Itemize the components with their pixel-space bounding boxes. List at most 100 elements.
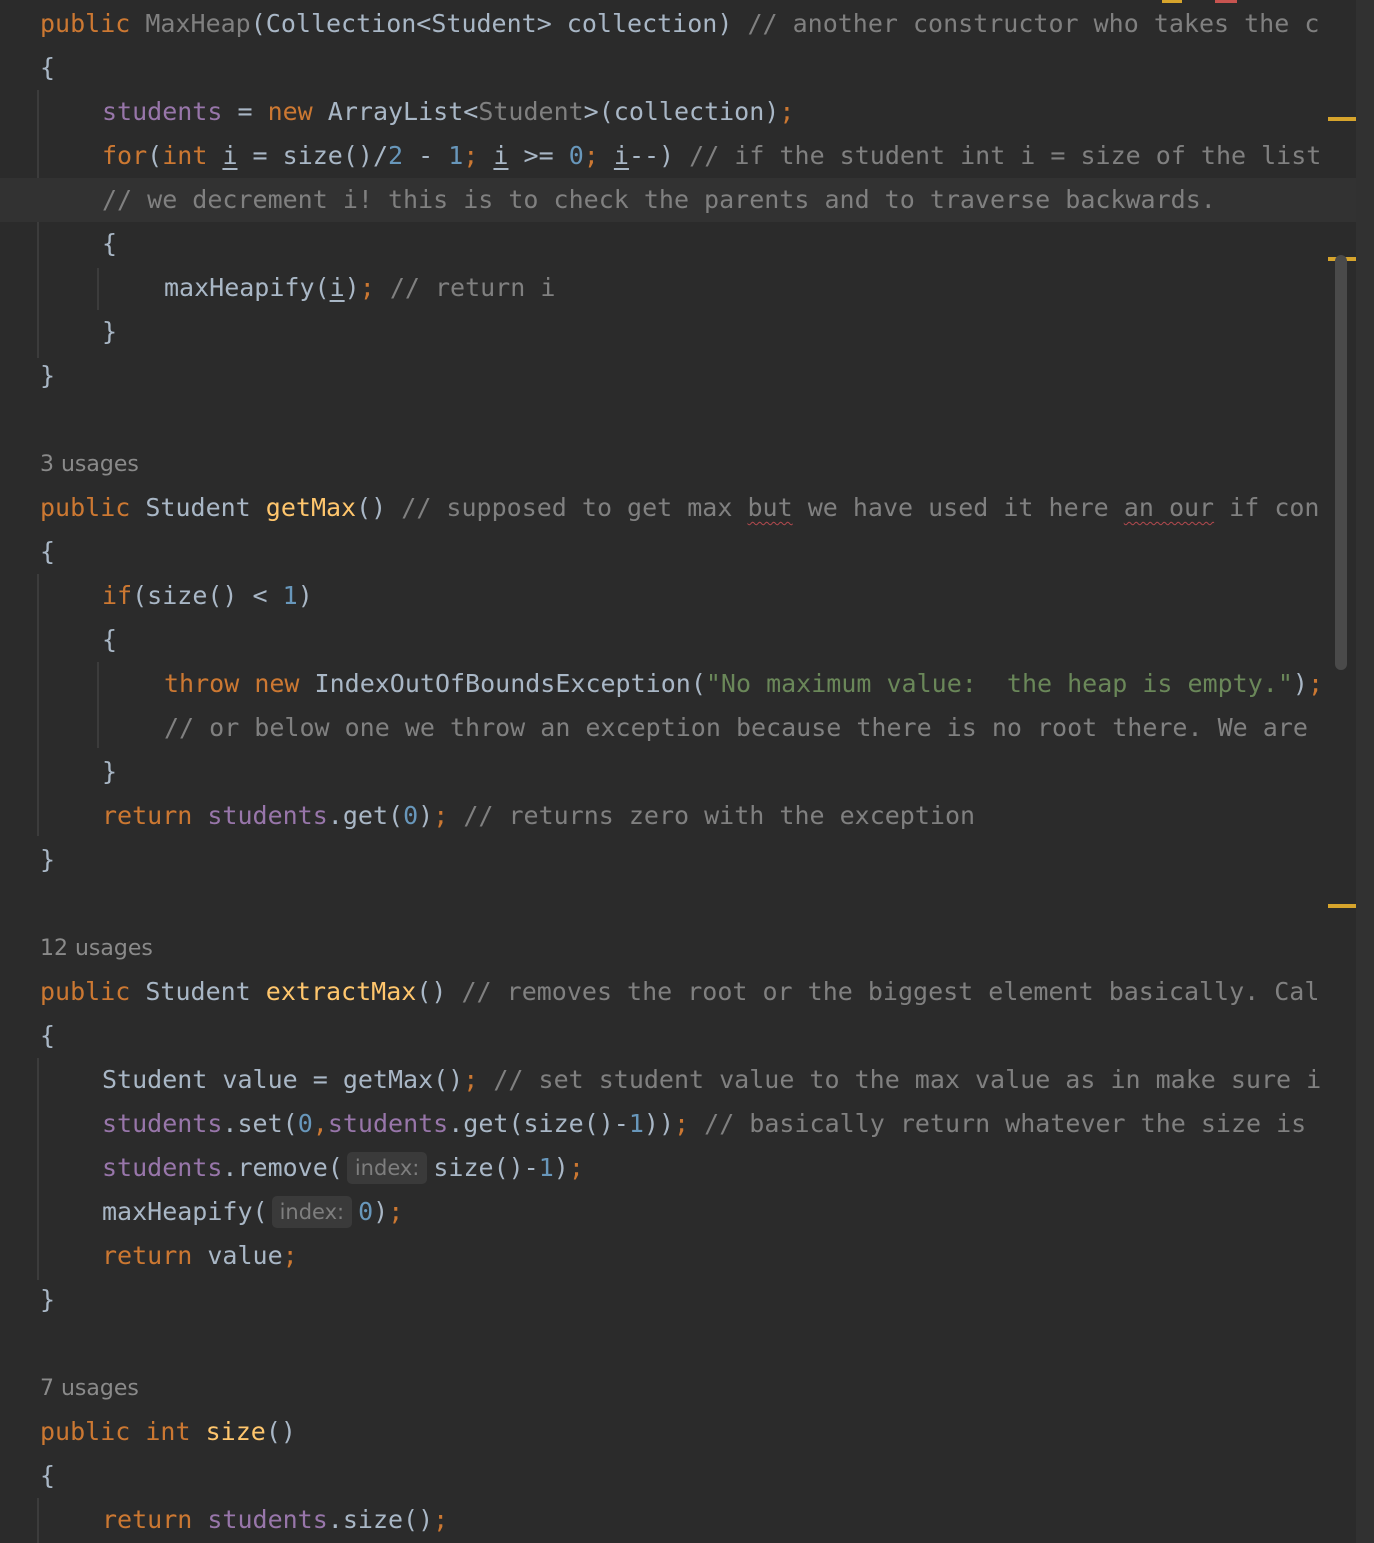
- code-text: .size(): [327, 1505, 434, 1534]
- code-line[interactable]: {: [40, 530, 55, 574]
- code-text: (): [416, 977, 447, 1006]
- usages-hint[interactable]: 3 usages: [40, 450, 139, 480]
- semicolon: ;: [433, 801, 449, 830]
- semicolon: ;: [779, 97, 795, 126]
- code-line[interactable]: }: [40, 354, 55, 398]
- code-line[interactable]: Student value = getMax(); // set student…: [102, 1058, 1321, 1102]
- number: 1: [628, 1109, 644, 1138]
- comment: // returns zero with the exception: [463, 801, 976, 830]
- field-ref: students: [102, 97, 223, 126]
- code-line[interactable]: return value;: [102, 1234, 298, 1278]
- brace: {: [40, 53, 56, 82]
- usages-hint[interactable]: 7 usages: [40, 1374, 139, 1404]
- code-text: size()-: [433, 1153, 539, 1182]
- field-ref: students: [102, 1109, 223, 1138]
- code-line[interactable]: // or below one we throw an exception be…: [164, 706, 1308, 750]
- keyword: new: [267, 97, 313, 126]
- comment: // supposed to get max: [401, 493, 733, 522]
- code-text: .set(: [222, 1109, 298, 1138]
- warning-marker[interactable]: [1162, 0, 1182, 3]
- code-editor[interactable]: public MaxHeap(Collection<Student> colle…: [0, 0, 1356, 1543]
- field-ref: students: [102, 1153, 223, 1182]
- code-line[interactable]: {: [102, 618, 117, 662]
- code-line[interactable]: maxHeapify(index: 0);: [102, 1190, 403, 1234]
- code-text: (size() <: [132, 581, 283, 610]
- brace: {: [102, 625, 118, 654]
- code-text: .get(: [327, 801, 404, 830]
- keyword: new: [254, 669, 300, 698]
- comment: if con: [1229, 493, 1320, 522]
- warning-stripe[interactable]: [1328, 117, 1356, 121]
- code-text: IndexOutOfBoundsException(: [299, 669, 706, 698]
- brace: {: [40, 537, 56, 566]
- code-line[interactable]: students = new ArrayList<Student>(collec…: [102, 90, 794, 134]
- semicolon: ;: [282, 1241, 298, 1270]
- code-line[interactable]: }: [40, 1278, 55, 1322]
- loop-variable: i: [493, 141, 509, 170]
- loop-variable: i: [613, 141, 629, 170]
- type-name: Student: [145, 977, 251, 1006]
- code-text: Student value = getMax(): [102, 1065, 464, 1094]
- code-line[interactable]: public Student getMax() // supposed to g…: [40, 486, 1319, 530]
- code-line[interactable]: return students.size();: [102, 1498, 448, 1542]
- number: 1: [448, 141, 464, 170]
- keyword: public: [40, 9, 131, 38]
- vertical-scrollbar[interactable]: [1356, 0, 1374, 1543]
- code-text: >(collection): [583, 97, 780, 126]
- code-line[interactable]: maxHeapify(i); // return i: [164, 266, 555, 310]
- loop-variable: i: [329, 273, 345, 302]
- horizontal-scroll-thumb[interactable]: [1335, 255, 1347, 670]
- current-line[interactable]: // we decrement i! this is to check the …: [0, 178, 1356, 222]
- code-line[interactable]: public MaxHeap(Collection<Student> colle…: [40, 2, 1319, 46]
- code-line[interactable]: public int size(): [40, 1410, 296, 1454]
- semicolon: ;: [463, 1065, 479, 1094]
- code-text: (Collection<Student> collection): [250, 9, 733, 38]
- code-text: -: [403, 141, 449, 170]
- constructor-name: MaxHeap: [145, 9, 251, 38]
- code-text: .get(size()-: [448, 1109, 629, 1138]
- code-text: ): [297, 581, 313, 610]
- generic-type: Student: [478, 97, 584, 126]
- code-line[interactable]: }: [102, 750, 117, 794]
- keyword: throw: [164, 669, 240, 698]
- code-text: = size()/: [237, 141, 389, 170]
- code-text: )): [643, 1109, 675, 1138]
- keyword: public: [40, 1417, 131, 1446]
- semicolon: ;: [674, 1109, 690, 1138]
- number: 0: [568, 141, 584, 170]
- code-line[interactable]: {: [40, 46, 55, 90]
- brace: {: [40, 1021, 56, 1050]
- keyword: public: [40, 977, 131, 1006]
- code-text: (): [265, 1417, 296, 1446]
- error-marker[interactable]: [1215, 0, 1237, 3]
- number: 1: [538, 1153, 554, 1182]
- code-line[interactable]: public Student extractMax() // removes t…: [40, 970, 1319, 1014]
- semicolon: ;: [568, 1153, 584, 1182]
- brace: {: [102, 229, 118, 258]
- warning-stripe[interactable]: [1328, 904, 1356, 908]
- indent-guide: [97, 662, 99, 748]
- code-line[interactable]: students.remove(index: size()-1);: [102, 1146, 584, 1190]
- code-line[interactable]: students.set(0,students.get(size()-1)); …: [102, 1102, 1306, 1146]
- code-line[interactable]: }: [40, 838, 55, 882]
- code-line[interactable]: }: [102, 310, 117, 354]
- code-line[interactable]: for(int i = size()/2 - 1; i >= 0; i--) /…: [102, 134, 1321, 178]
- keyword: return: [102, 1241, 193, 1270]
- usages-hint[interactable]: 12 usages: [40, 934, 153, 964]
- code-text: ): [553, 1153, 569, 1182]
- code-line[interactable]: {: [40, 1014, 55, 1058]
- comment: // we decrement i! this is to check the …: [102, 185, 1216, 214]
- semicolon: ;: [359, 273, 375, 302]
- keyword: for: [102, 141, 148, 170]
- indent-guide: [97, 268, 99, 310]
- code-line[interactable]: throw new IndexOutOfBoundsException("No …: [164, 662, 1323, 706]
- semicolon: ;: [463, 141, 479, 170]
- code-line[interactable]: if(size() < 1): [102, 574, 313, 618]
- code-line[interactable]: return students.get(0); // returns zero …: [102, 794, 975, 838]
- code-line[interactable]: {: [40, 1454, 55, 1498]
- typo-comment: an our: [1123, 493, 1215, 522]
- code-text: >=: [508, 141, 569, 170]
- code-line[interactable]: {: [102, 222, 117, 266]
- parameter-hint: index:: [346, 1152, 428, 1184]
- comment: // set student value to the max value as…: [493, 1065, 1322, 1094]
